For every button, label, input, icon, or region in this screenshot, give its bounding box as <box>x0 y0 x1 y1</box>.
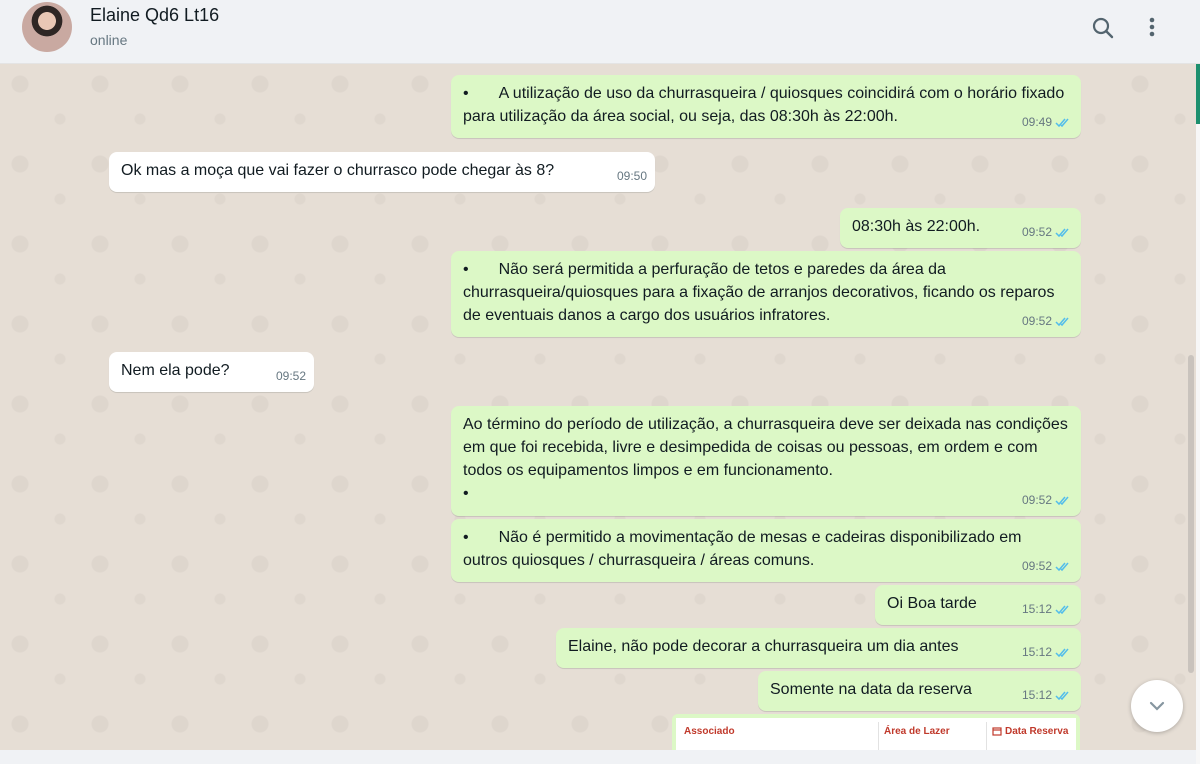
message-bubble[interactable]: Ao término do período de utilização, a c… <box>451 406 1081 516</box>
message-meta: 09:52 <box>1022 310 1073 333</box>
avatar[interactable] <box>22 2 72 52</box>
double-check-icon <box>1055 561 1073 572</box>
chat-scrollbar[interactable] <box>1188 355 1194 673</box>
double-check-icon <box>1055 690 1073 701</box>
message-bubble[interactable]: Elaine, não pode decorar a churrasqueira… <box>556 628 1081 668</box>
divider <box>878 722 879 750</box>
message-bubble[interactable]: • Não será permitida a perfuração de tet… <box>451 251 1081 337</box>
double-check-icon <box>1055 227 1073 238</box>
message-bubble[interactable]: Somente na data da reserva 15:12 <box>758 671 1081 711</box>
double-check-icon <box>1055 117 1073 128</box>
message-meta: 09:52 <box>276 365 306 388</box>
search-icon <box>1092 17 1114 39</box>
image-column-area: Área de Lazer <box>884 726 950 737</box>
message-time: 09:52 <box>1021 559 1052 573</box>
message-meta: 09:50 <box>617 165 647 188</box>
message-bubble[interactable]: 08:30h às 22:00h. 09:52 <box>840 208 1081 248</box>
scroll-down-button[interactable] <box>1131 680 1183 732</box>
accent-strip <box>1196 64 1200 124</box>
message-meta: 09:49 <box>1022 111 1073 134</box>
message-bubble[interactable]: • Não é permitido a movimentação de mesa… <box>451 519 1081 582</box>
message-bubble[interactable]: • A utilização de uso da churrasqueira /… <box>451 75 1081 138</box>
image-column-data-label: Data Reserva <box>1005 726 1069 737</box>
divider <box>986 722 987 750</box>
message-time: 15:12 <box>1021 602 1052 616</box>
message-bubble[interactable]: Oi Boa tarde 15:12 <box>875 585 1081 625</box>
more-vertical-icon <box>1149 17 1155 37</box>
message-text: Nem ela pode? <box>121 362 230 379</box>
message-text: • Não será permitida a perfuração de tet… <box>463 261 1059 324</box>
message-text: Ok mas a moça que vai fazer o churrasco … <box>121 162 555 179</box>
composer-bar <box>0 750 1196 764</box>
image-column-associado: Associado <box>684 726 735 737</box>
double-check-icon <box>1055 647 1073 658</box>
window-edge <box>1196 64 1200 764</box>
message-meta: 09:52 <box>1022 489 1073 512</box>
message-time: 15:12 <box>1021 645 1052 659</box>
message-text: • A utilização de uso da churrasqueira /… <box>463 85 1069 125</box>
message-meta: 15:12 <box>1022 641 1073 664</box>
message-time: 09:49 <box>1021 115 1052 129</box>
message-text: • Não é permitido a movimentação de mesa… <box>463 529 1026 569</box>
message-time: 15:12 <box>1021 688 1052 702</box>
double-check-icon <box>1055 604 1073 615</box>
message-meta: 15:12 <box>1022 598 1073 621</box>
image-content: Associado Área de Lazer Data Reserva <box>676 718 1076 750</box>
menu-button[interactable] <box>1134 10 1170 46</box>
chevron-down-icon <box>1149 701 1165 711</box>
double-check-icon <box>1055 316 1073 327</box>
search-button[interactable] <box>1085 10 1121 46</box>
message-text: Ao término do período de utilização, a c… <box>463 416 1068 502</box>
message-time: 09:52 <box>1021 314 1052 328</box>
message-time: 09:52 <box>1021 225 1052 239</box>
message-time: 09:52 <box>1021 493 1052 507</box>
message-text: Elaine, não pode decorar a churrasqueira… <box>568 638 959 655</box>
contact-status: online <box>90 32 128 48</box>
double-check-icon <box>1055 495 1073 506</box>
message-bubble[interactable]: Ok mas a moça que vai fazer o churrasco … <box>109 152 655 192</box>
message-time: 09:50 <box>616 169 647 183</box>
image-column-data: Data Reserva <box>992 726 1072 737</box>
message-meta: 09:52 <box>1022 221 1073 244</box>
message-list[interactable]: • A utilização de uso da churrasqueira /… <box>0 64 1196 750</box>
message-meta: 15:12 <box>1022 684 1073 707</box>
message-meta: 09:52 <box>1022 555 1073 578</box>
calendar-icon <box>992 727 1002 736</box>
message-time: 09:52 <box>275 369 306 383</box>
contact-name[interactable]: Elaine Qd6 Lt16 <box>90 5 219 26</box>
message-bubble[interactable]: Nem ela pode? 09:52 <box>109 352 314 392</box>
chat-header: Elaine Qd6 Lt16 online <box>0 0 1200 64</box>
image-message[interactable]: Associado Área de Lazer Data Reserva <box>672 714 1080 750</box>
